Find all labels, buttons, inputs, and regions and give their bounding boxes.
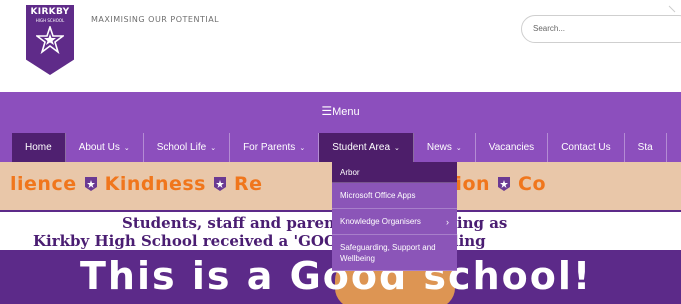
nav-item-label: School Life — [156, 142, 207, 153]
close-icon[interactable] — [666, 3, 678, 15]
dropdown-item-label: Safeguarding, Support and Wellbeing — [340, 242, 436, 263]
dropdown-item-knowledge-organisers[interactable]: Knowledge Organisers › — [332, 209, 457, 235]
nav-item-label: Sta — [637, 142, 653, 153]
nav-item-news[interactable]: News ⌄ — [414, 133, 476, 162]
nav-item-label: Home — [25, 142, 52, 153]
nav-item-label: Student Area — [332, 142, 391, 153]
student-area-dropdown: Arbor Microsoft Office Apps Knowledge Or… — [332, 162, 457, 271]
nav-item-label: For Parents — [243, 142, 296, 153]
dropdown-item-microsoft-office-apps[interactable]: Microsoft Office Apps — [332, 183, 457, 209]
school-tagline: MAXIMISING OUR POTENTIAL — [91, 15, 220, 24]
dropdown-item-label: Knowledge Organisers — [340, 217, 421, 226]
menu-toggle-button[interactable]: ☰Menu — [0, 104, 681, 118]
dropdown-item-label: Arbor — [340, 167, 360, 177]
nav-item-student-area[interactable]: Student Area ⌄ — [319, 133, 414, 162]
nav-item-contact-us[interactable]: Contact Us — [548, 133, 625, 162]
school-values-text: lienceKindnessReAspirationCo — [10, 173, 546, 195]
nav-item-for-parents[interactable]: For Parents ⌄ — [230, 133, 320, 162]
chevron-down-icon: ⌄ — [210, 144, 217, 152]
nav-item-staff[interactable]: Sta — [625, 133, 667, 162]
nav-item-home[interactable]: Home — [12, 133, 66, 162]
menu-label: Menu — [332, 106, 360, 118]
chevron-right-icon: › — [446, 216, 449, 227]
value-word: lience — [10, 173, 77, 195]
star-emblem-icon — [36, 26, 64, 54]
search-placeholder: Search... — [533, 24, 566, 33]
hamburger-icon: ☰ — [321, 104, 333, 118]
nav-item-label: Contact Us — [561, 142, 611, 153]
logo-subtitle: HIGH SCHOOL — [35, 18, 65, 23]
nav-item-label: About Us — [78, 142, 120, 153]
dropdown-item-arbor[interactable]: Arbor — [332, 162, 457, 183]
search-input[interactable]: Search... — [521, 15, 681, 43]
chevron-down-icon: ⌄ — [394, 144, 400, 152]
value-word: Kindness — [104, 173, 206, 195]
chevron-down-icon: ⌄ — [299, 144, 306, 152]
nav-item-school-life[interactable]: School Life ⌄ — [144, 133, 231, 162]
value-word: Co — [518, 173, 547, 195]
school-badge-icon — [498, 177, 511, 191]
nav-item-vacancies[interactable]: Vacancies — [476, 133, 549, 162]
site-header: KIRKBY HIGH SCHOOL MAXIMISING OUR POTENT… — [0, 0, 681, 92]
nav-item-about-us[interactable]: About Us ⌄ — [66, 133, 144, 162]
chevron-down-icon: ⌄ — [455, 144, 462, 152]
nav-item-label: Vacancies — [488, 142, 535, 153]
nav-item-label: News — [426, 142, 452, 153]
school-logo[interactable]: KIRKBY HIGH SCHOOL — [26, 5, 74, 75]
dropdown-item-label: Microsoft Office Apps — [340, 191, 416, 200]
dropdown-item-safeguarding[interactable]: Safeguarding, Support and Wellbeing — [332, 235, 457, 271]
chevron-down-icon: ⌄ — [123, 144, 130, 152]
school-badge-icon — [84, 177, 97, 191]
school-badge-icon — [214, 177, 226, 191]
value-word: Re — [234, 173, 263, 195]
logo-name: KIRKBY — [30, 7, 70, 17]
main-nav: Home About Us ⌄ School Life ⌄ For Parents ⌄… — [12, 133, 667, 162]
